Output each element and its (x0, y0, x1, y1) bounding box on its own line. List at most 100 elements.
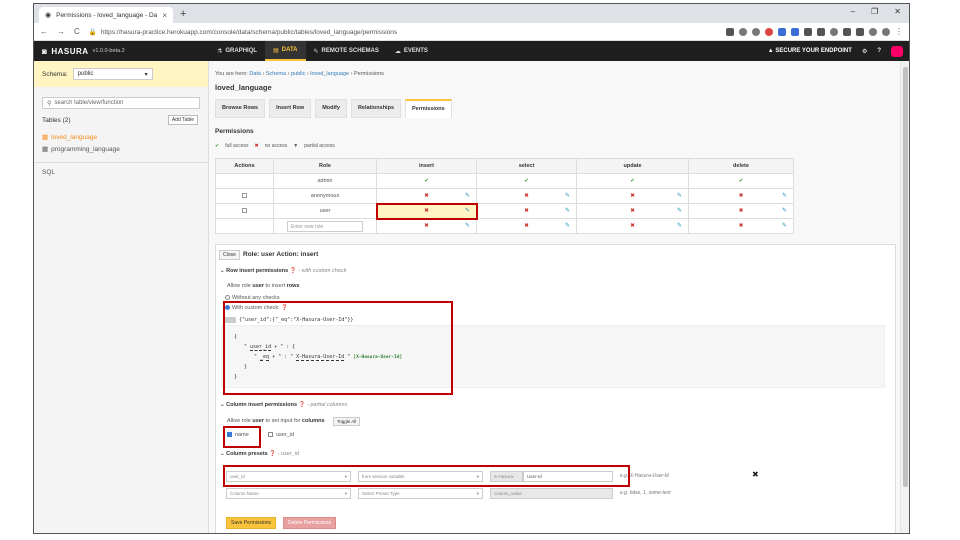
perm-cell[interactable]: ✖ ✎ (688, 188, 794, 204)
brand[interactable]: ◙ HASURA v1.0.0-beta.2 (34, 47, 209, 56)
sidebar-sql[interactable]: SQL (34, 162, 208, 182)
scrollbar-thumb[interactable] (903, 67, 908, 487)
column-select[interactable]: " user_id ▾ " : { (244, 344, 295, 351)
search-input[interactable]: ⚲ search table/view/function (42, 97, 200, 109)
preset-type-select[interactable]: Select Preset Type ▾ (358, 488, 483, 499)
forward-icon[interactable]: → (57, 27, 65, 36)
value-input[interactable]: X-Hasura-User-Id (296, 354, 345, 361)
preset-column-select[interactable]: Column Name ▾ (226, 488, 351, 499)
perm-cell[interactable]: ✖ ✎ (376, 218, 477, 234)
extension-icon[interactable] (778, 27, 786, 36)
new-tab-icon[interactable]: + (180, 8, 186, 20)
secure-endpoint-link[interactable]: ▲ SECURE YOUR ENDPOINT (768, 48, 852, 54)
radio-button[interactable] (225, 295, 230, 301)
row-checkbox[interactable] (242, 192, 247, 198)
extension-icon[interactable] (765, 27, 773, 36)
sidebar-table-programming-language[interactable]: ▦ programming_language (34, 143, 208, 155)
edit-icon[interactable]: ✎ (677, 192, 682, 199)
delete-permissions-button[interactable]: Delete Permissions (283, 517, 337, 529)
nav-graphiql[interactable]: ⚗ GRAPHIQL (209, 41, 265, 61)
preset-type-select[interactable]: from session variable ▾ (358, 471, 483, 482)
new-role-input[interactable]: Enter new role (287, 220, 363, 232)
heart-icon[interactable] (891, 45, 903, 57)
breadcrumb-data[interactable]: Data (249, 71, 261, 77)
nav-events[interactable]: ☁ EVENTS (387, 41, 436, 61)
extension-icon[interactable] (804, 27, 812, 36)
row-insert-heading[interactable]: ⌄ Row insert permissions ❓ - with custom… (220, 268, 346, 274)
radio-without-checks[interactable]: Without any checks (225, 295, 280, 301)
radio-custom-check[interactable]: With custom check: ❓ (225, 305, 288, 311)
browser-tab[interactable]: ◉ Permissions - loved_language - Da × (39, 7, 173, 23)
extension-icon[interactable] (830, 27, 838, 36)
checkbox[interactable] (227, 432, 232, 438)
perm-cell[interactable]: ✖ ✎ (376, 188, 477, 204)
profile-icon[interactable] (882, 27, 890, 36)
edit-icon[interactable]: ✎ (565, 207, 570, 214)
tab-browse-rows[interactable]: Browse Rows (215, 99, 266, 118)
url-field[interactable]: 🔒 https://hasura-practice.herokuapp.com/c… (89, 28, 397, 36)
extension-icon[interactable] (843, 27, 851, 36)
column-presets-heading[interactable]: ⌄ Column presets ❓ - user_id (220, 451, 299, 457)
extension-icon[interactable] (817, 27, 825, 36)
zoom-icon[interactable] (739, 27, 747, 36)
nav-data[interactable]: ▤ DATA (265, 41, 306, 61)
minimize-icon[interactable]: – (851, 7, 855, 16)
toggle-all-button[interactable]: Toggle All (333, 417, 361, 426)
collapse-toggle[interactable] (225, 317, 236, 323)
tab-insert-row[interactable]: Insert Row (269, 99, 312, 118)
perm-cell[interactable]: ✖ ✎ (576, 203, 689, 219)
extension-icon[interactable] (791, 27, 799, 36)
breadcrumb-table[interactable]: loved_language (310, 71, 349, 77)
perm-cell[interactable]: ✖ ✎ (688, 203, 794, 219)
radio-button[interactable] (225, 305, 230, 311)
column-checkbox-user-id[interactable]: user_id (268, 432, 294, 438)
close-tab-icon[interactable]: × (162, 11, 167, 20)
operator-select[interactable]: _eq (260, 354, 270, 361)
close-button[interactable]: Close (219, 250, 240, 260)
schema-select[interactable]: public ▾ (72, 68, 153, 80)
tab-modify[interactable]: Modify (315, 99, 347, 118)
back-icon[interactable]: ← (40, 27, 48, 36)
close-window-icon[interactable]: ✕ (894, 7, 901, 16)
perm-cell[interactable]: ✖ ✎ (476, 218, 577, 234)
translate-icon[interactable] (726, 27, 734, 36)
edit-icon[interactable]: ✎ (565, 222, 570, 229)
perm-cell[interactable]: ✖ ✎ (476, 203, 577, 219)
star-icon[interactable] (752, 27, 760, 36)
sidebar-table-loved-language[interactable]: ▦ loved_language (34, 131, 208, 143)
nav-remote-schemas[interactable]: ✎ REMOTE SCHEMAS (306, 41, 387, 61)
perm-cell[interactable]: ✖ ✎ (476, 188, 577, 204)
perm-cell[interactable]: ✖ ✎ (576, 218, 689, 234)
reload-icon[interactable]: C (74, 27, 80, 36)
remove-preset-icon[interactable]: ✖ (752, 470, 759, 479)
checkbox[interactable] (268, 432, 273, 438)
perm-cell[interactable]: ✖ ✎ (688, 218, 794, 234)
column-checkbox-name[interactable]: name (227, 432, 249, 438)
edit-icon[interactable]: ✎ (465, 192, 470, 199)
extension-icon[interactable] (856, 27, 864, 36)
preset-column-select[interactable]: user_id ▾ (226, 471, 351, 482)
save-permissions-button[interactable]: Save Permissions (226, 517, 277, 529)
help-icon[interactable]: ? (877, 48, 881, 54)
row-checkbox[interactable] (242, 207, 247, 213)
menu-icon[interactable]: ⋮ (895, 27, 903, 36)
restore-icon[interactable]: ❐ (871, 7, 878, 16)
tab-permissions[interactable]: Permissions (405, 99, 452, 118)
edit-icon[interactable]: ✎ (465, 207, 470, 214)
edit-icon[interactable]: ✎ (677, 222, 682, 229)
gear-icon[interactable]: ⚙ (862, 48, 867, 55)
column-insert-heading[interactable]: ⌄ Column insert permissions ❓ - partial … (220, 402, 347, 408)
tab-relationships[interactable]: Relationships (350, 99, 401, 118)
session-var-hint[interactable]: [X-Hasura-User-Id] (353, 355, 402, 360)
breadcrumb-schema[interactable]: Schema (266, 71, 286, 77)
extension-icon[interactable] (869, 27, 877, 36)
edit-icon[interactable]: ✎ (565, 192, 570, 199)
perm-cell-user-insert[interactable]: ✖ ✎ (375, 202, 478, 220)
edit-icon[interactable]: ✎ (677, 207, 682, 214)
scrollbar[interactable] (900, 61, 909, 533)
edit-icon[interactable]: ✎ (782, 192, 787, 199)
add-table-button[interactable]: Add Table (167, 115, 198, 125)
preset-value-input[interactable]: User-Id (523, 471, 613, 482)
edit-icon[interactable]: ✎ (782, 207, 787, 214)
breadcrumb-public[interactable]: public (291, 71, 305, 77)
